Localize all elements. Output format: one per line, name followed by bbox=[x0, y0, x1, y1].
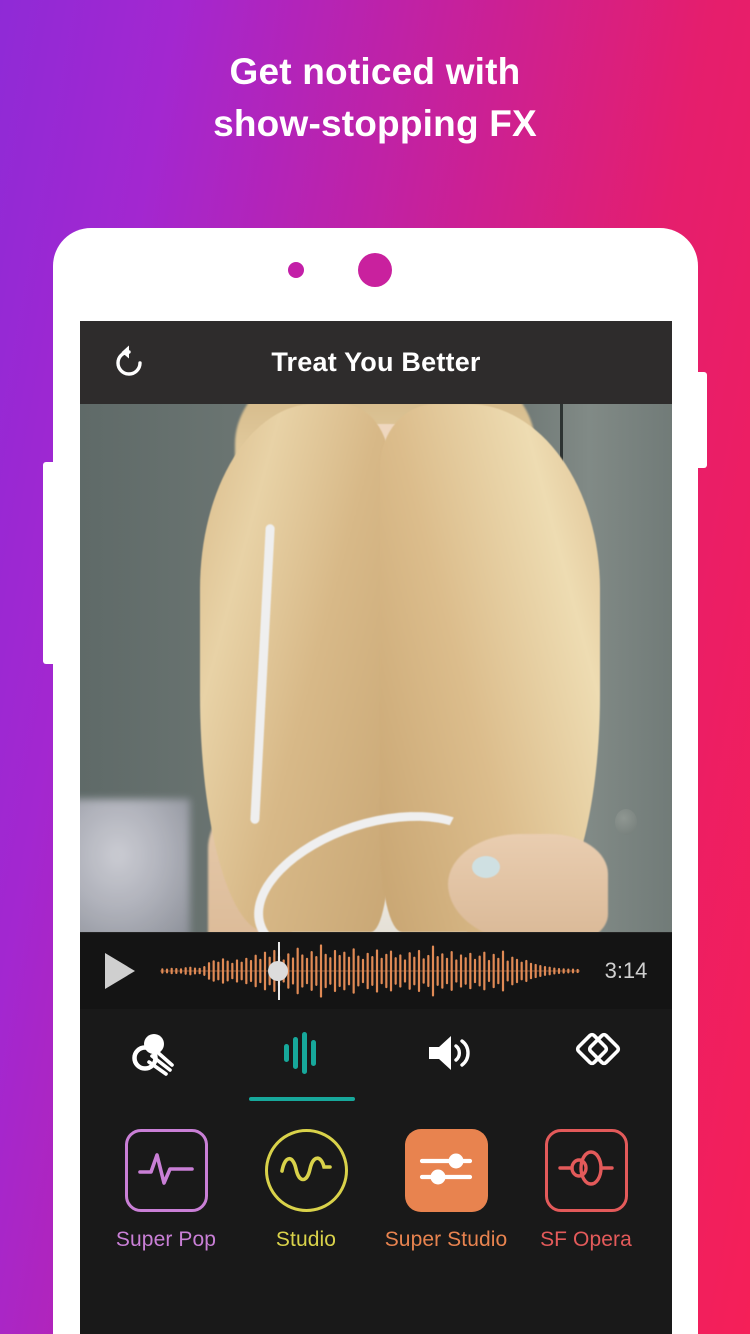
front-camera-dot bbox=[288, 262, 304, 278]
sf-opera-tile[interactable] bbox=[544, 1129, 628, 1212]
fx-label-super-studio: Super Studio bbox=[384, 1228, 508, 1251]
playhead-handle[interactable] bbox=[267, 961, 288, 981]
fx-label-super-pop: Super Pop bbox=[115, 1228, 217, 1251]
pulse-wave-icon bbox=[137, 1145, 195, 1196]
volume-button[interactable] bbox=[43, 462, 57, 664]
whistle-icon bbox=[128, 1030, 180, 1081]
waveform-icon bbox=[160, 944, 580, 998]
fx-preset-super-studio[interactable]: Super Studio bbox=[376, 1129, 516, 1252]
vocal-fx-tab[interactable] bbox=[80, 1009, 228, 1101]
fx-label-sf-opera: SF Opera bbox=[540, 1228, 632, 1251]
app-titlebar: Treat You Better bbox=[80, 321, 672, 404]
headline-line-2: show-stopping FX bbox=[213, 103, 537, 144]
track-title: Treat You Better bbox=[271, 347, 481, 377]
fx-label-studio: Studio bbox=[275, 1228, 337, 1251]
play-button[interactable] bbox=[80, 953, 160, 989]
equalizer-icon bbox=[280, 1030, 324, 1081]
speaker-icon bbox=[425, 1031, 475, 1080]
fx-tabbar bbox=[80, 1009, 672, 1101]
power-button[interactable] bbox=[694, 372, 707, 468]
promo-screenshot: Get noticed with show-stopping FX Treat … bbox=[0, 0, 750, 1334]
super-studio-tile[interactable] bbox=[404, 1129, 488, 1212]
play-icon bbox=[105, 953, 135, 989]
fingernail bbox=[472, 856, 500, 878]
layers-fx-tab[interactable] bbox=[524, 1009, 672, 1101]
video-preview[interactable] bbox=[80, 404, 672, 932]
volume-tab[interactable] bbox=[376, 1009, 524, 1101]
bedding bbox=[80, 799, 190, 932]
track-duration: 3:14 bbox=[604, 958, 648, 983]
fx-preset-sf-opera[interactable]: SF Opera bbox=[516, 1129, 656, 1252]
sine-wave-icon bbox=[279, 1151, 333, 1190]
waveform-scrubber[interactable] bbox=[160, 942, 580, 1000]
studio-tile[interactable] bbox=[264, 1129, 348, 1212]
promo-headline: Get noticed with show-stopping FX bbox=[0, 46, 750, 150]
fx-preset-studio[interactable]: Studio bbox=[236, 1129, 376, 1252]
rotate-ccw-icon[interactable] bbox=[106, 340, 152, 386]
hand bbox=[448, 834, 608, 932]
earpiece-speaker-dot bbox=[358, 253, 392, 287]
active-tab-underline bbox=[248, 1097, 356, 1101]
sliders-icon bbox=[417, 1148, 475, 1193]
app-screen: Treat You Better 3:14 Super Pop Studio S… bbox=[80, 321, 672, 1334]
headline-line-1: Get noticed with bbox=[229, 51, 521, 92]
fx-preset-grid: Super Pop Studio Super Studio SF Opera bbox=[80, 1101, 672, 1252]
door-knob bbox=[615, 809, 637, 835]
super-pop-tile[interactable] bbox=[124, 1129, 208, 1212]
diamonds-icon bbox=[574, 1030, 622, 1081]
player-transport: 3:14 bbox=[80, 932, 672, 1009]
voice-fx-tab[interactable] bbox=[228, 1009, 376, 1101]
fx-preset-super-pop[interactable]: Super Pop bbox=[96, 1129, 236, 1252]
opera-wave-icon bbox=[557, 1145, 615, 1196]
